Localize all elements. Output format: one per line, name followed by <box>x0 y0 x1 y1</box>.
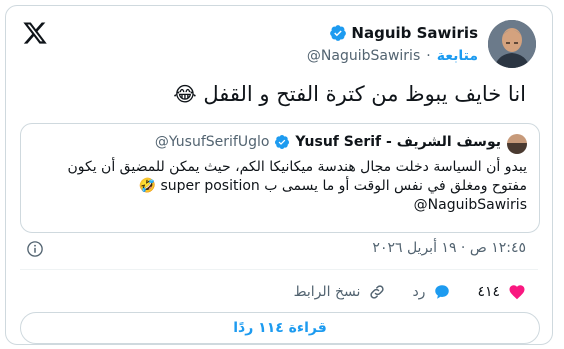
tweet-text: انا خايف يبوظ من كترة الفتح و القفل 😂 <box>173 82 526 106</box>
embedded-tweet-card[interactable]: Naguib Sawiris متابعة · @NaguibSawiris ا… <box>5 5 553 345</box>
separator-dot: · <box>426 48 431 64</box>
follow-button[interactable]: متابعة <box>437 48 478 64</box>
tweet-actions: ٤١٤ رد نسخ الرابط <box>294 283 526 301</box>
quoted-author-name: يوسف الشريف - Yusuf Serif <box>295 134 501 150</box>
link-icon <box>370 285 385 299</box>
verified-badge-icon <box>275 135 290 149</box>
author-handle[interactable]: @NaguibSawiris <box>307 48 420 64</box>
info-icon[interactable] <box>26 240 44 258</box>
tweet-emoji: 😂 <box>173 82 197 106</box>
reply-bubble-icon <box>435 285 450 299</box>
x-logo-icon[interactable] <box>22 20 48 46</box>
author-name[interactable]: Naguib Sawiris <box>351 24 478 42</box>
quoted-tweet-mention[interactable]: @NaguibSawiris <box>33 196 527 215</box>
reply-label: رد <box>412 284 426 300</box>
author-handle-row: متابعة · @NaguibSawiris <box>307 48 478 64</box>
quoted-tweet[interactable]: يوسف الشريف - Yusuf Serif @YusufSerifUgl… <box>20 123 540 233</box>
tweet-body: انا خايف يبوظ من كترة الفتح و القفل <box>203 82 526 106</box>
copy-link-label: نسخ الرابط <box>293 284 361 300</box>
quoted-author-handle: @YusufSerifUglo <box>154 134 270 150</box>
verified-badge-icon <box>330 25 347 41</box>
copy-link-button[interactable]: نسخ الرابط <box>294 283 387 301</box>
reply-button[interactable]: رد <box>412 283 451 301</box>
read-replies-button[interactable]: قراءة ١١٤ ردًا <box>20 312 540 344</box>
quoted-author-row: يوسف الشريف - Yusuf Serif @YusufSerifUgl… <box>155 134 501 150</box>
like-count: ٤١٤ <box>477 284 500 300</box>
author-avatar[interactable] <box>488 20 536 68</box>
divider <box>20 269 538 270</box>
like-button[interactable]: ٤١٤ <box>477 283 526 301</box>
heart-icon <box>509 285 525 300</box>
quoted-author-avatar <box>507 134 527 154</box>
author-name-row: Naguib Sawiris <box>329 24 478 42</box>
quoted-tweet-text: يبدو أن السياسة دخلت مجال هندسة ميكانيكا… <box>67 159 527 194</box>
quoted-tweet-body: يبدو أن السياسة دخلت مجال هندسة ميكانيكا… <box>33 158 527 215</box>
tweet-timestamp[interactable]: ١٢:٤٥ ص · ١٩ أبريل ٢٠٢٦ <box>372 240 526 256</box>
